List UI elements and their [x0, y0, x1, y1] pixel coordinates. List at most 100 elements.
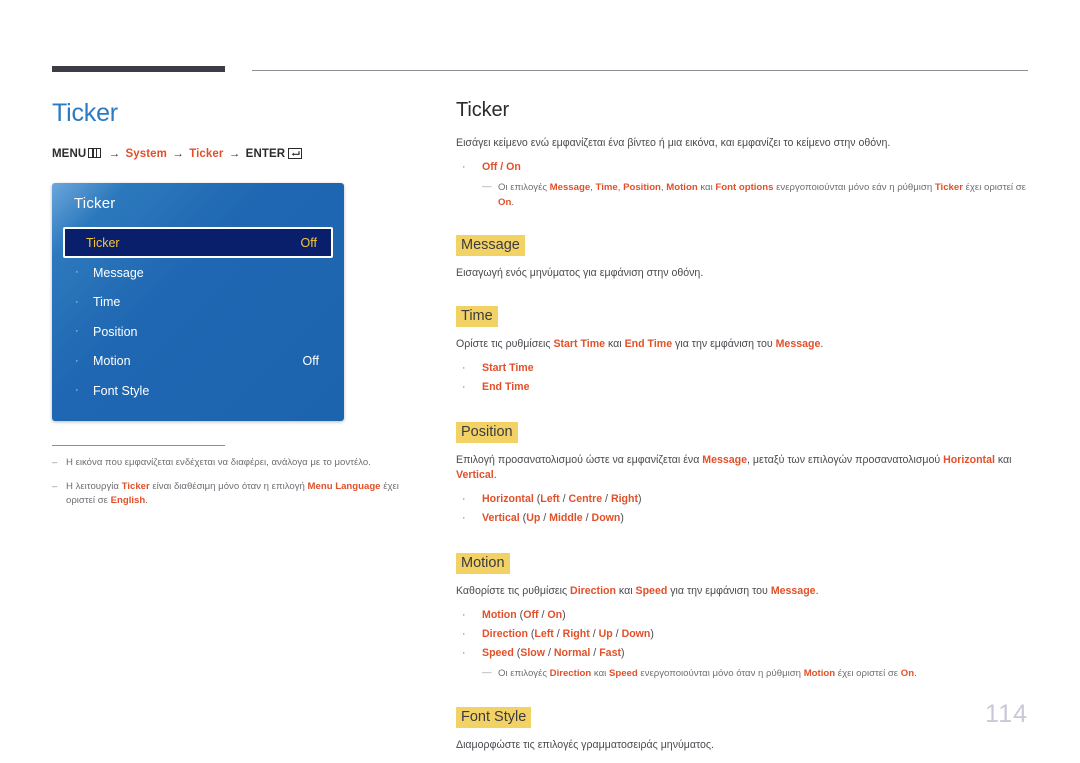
osd-bullet-icon: · — [75, 266, 79, 279]
text-run: και — [697, 182, 716, 193]
text-run: Επιλογή προσανατολισμού ώστε να εμφανίζε… — [456, 454, 703, 466]
text-run: Ορίστε τις ρυθμίσεις — [456, 338, 554, 350]
left-column: Ticker MENU → System → Ticker → ENTER — [52, 98, 412, 160]
text-run: Direction — [482, 628, 528, 640]
option-list-item: · End Time — [456, 378, 1028, 397]
text-run: Ticker — [934, 182, 963, 193]
text-run: Start Time — [553, 338, 606, 350]
text-run: και — [994, 454, 1012, 466]
text-run: Speed — [608, 668, 638, 679]
section-heading: Time — [456, 306, 498, 327]
menu-path: MENU → System → Ticker → ENTER — [52, 148, 412, 160]
subnote-dash-icon: — — [482, 667, 492, 678]
text-run: και — [591, 668, 609, 679]
text-run: Οι επιλογές — [498, 668, 550, 679]
text-run: Horizontal — [482, 493, 534, 505]
section-option-list: · Start Time · End Time — [456, 359, 1028, 397]
text-run: Horizontal — [943, 454, 995, 466]
text-run: και — [615, 585, 636, 597]
text-run: για την εμφάνιση του — [667, 585, 771, 597]
osd-menu-item-position[interactable]: · Position — [63, 317, 333, 347]
text-run: Up — [526, 512, 541, 524]
text-run: Message — [775, 338, 821, 350]
osd-item-value: Off — [302, 354, 319, 369]
text-run: Speed — [482, 647, 514, 659]
section-option-list: · Horizontal (Left / Centre / Right) · Vert… — [456, 490, 1028, 528]
feature-section-motion: Motion Καθορίστε τις ρυθμίσεις Direction … — [456, 553, 1028, 682]
footnote-dash-icon: – — [52, 480, 58, 492]
osd-item-value: Off — [300, 235, 317, 250]
text-run: Direction — [570, 585, 616, 597]
section-paragraph: Επιλογή προσανατολισμού ώστε να εμφανίζε… — [456, 453, 1028, 483]
text-run: Vertical — [482, 512, 520, 524]
footnote: – Η εικόνα που εμφανίζεται ενδέχεται να δ… — [52, 456, 402, 471]
option-list-item: · Horizontal (Left / Centre / Right) — [456, 490, 1028, 509]
text-run: / — [612, 628, 622, 640]
text-run: English — [110, 495, 146, 506]
menu-path-arrow-2: → — [172, 148, 184, 160]
option-list-item: · Motion (Off / On) — [456, 606, 1028, 625]
header-rule — [252, 70, 1028, 71]
right-column: Ticker Εισάγει κείμενο ενώ εμφανίζεται έ… — [456, 98, 1028, 753]
osd-menu-item-time[interactable]: · Time — [63, 288, 333, 318]
section-heading: Font Style — [456, 706, 532, 728]
section-heading: Motion — [456, 553, 510, 574]
text-run: / — [545, 647, 554, 659]
text-run: . — [511, 196, 514, 208]
osd-bullet-icon: · — [75, 295, 79, 308]
osd-menu-item-ticker[interactable]: Ticker Off — [63, 227, 333, 258]
osd-item-label: Font Style — [93, 383, 150, 398]
osd-bullet-icon: · — [75, 325, 79, 338]
feature-section-message: Message Εισαγωγή ενός μηνύματος για εμφάν… — [456, 235, 1028, 281]
header-accent-bar — [52, 66, 225, 72]
osd-item-label: Time — [93, 295, 121, 310]
intro-subnote: — Οι επιλογές Message, Time, Position, Mo… — [482, 181, 1028, 210]
text-run: Right — [610, 493, 639, 505]
text-run: Right — [562, 628, 590, 640]
text-run: Off — [482, 161, 498, 173]
text-run: Up — [598, 628, 613, 640]
subnote-dash-icon: — — [482, 181, 492, 192]
text-run: Η εικόνα που εμφανίζεται ενδέχεται να δι… — [66, 457, 371, 468]
menu-grid-icon — [88, 148, 102, 158]
text-run: On — [506, 161, 521, 173]
text-run: ) — [562, 609, 566, 621]
menu-path-step-ticker: Ticker — [189, 148, 224, 160]
text-run: . — [145, 495, 148, 506]
text-run: Position — [623, 182, 661, 193]
text-run: ) — [638, 493, 642, 505]
feature-sections: Message Εισαγωγή ενός μηνύματος για εμφάν… — [456, 235, 1028, 753]
enter-key-icon — [288, 148, 303, 159]
osd-menu-panel: Ticker Ticker Off · Message · Time · Position · M… — [52, 183, 344, 421]
text-run: Motion — [666, 182, 698, 193]
text-run: Διαμορφώστε τις επιλογές γραμματοσειράς … — [456, 738, 714, 751]
text-run: Time — [595, 182, 618, 193]
bullet-icon: · — [462, 628, 466, 640]
option-list-item: · Off / On — [456, 158, 1028, 177]
text-run: έχει οριστεί σε — [835, 668, 901, 679]
bullet-icon: · — [462, 493, 466, 505]
section-title: Ticker — [52, 99, 118, 127]
osd-panel-title: Ticker — [74, 195, 116, 212]
text-run: Ticker — [121, 480, 150, 492]
bullet-icon: · — [462, 512, 466, 524]
text-run: Font options — [715, 182, 774, 193]
text-run: ενεργοποιούνται μόνο όταν η ρύθμιση — [637, 668, 804, 679]
section-heading: Position — [456, 422, 518, 443]
osd-menu-item-message[interactable]: · Message — [63, 258, 333, 288]
text-run: ) — [650, 628, 654, 640]
osd-item-label: Position — [93, 324, 138, 339]
text-run: ) — [620, 512, 624, 524]
text-run: ) — [621, 647, 625, 659]
text-run: . — [914, 668, 917, 679]
bullet-icon: · — [462, 647, 466, 659]
option-list-item: · Speed (Slow / Normal / Fast) — [456, 644, 1028, 663]
text-run: On — [498, 196, 512, 208]
osd-menu-item-font-style[interactable]: · Font Style — [63, 376, 333, 406]
text-run: / — [589, 628, 599, 640]
osd-menu-item-motion[interactable]: · Motion Off — [63, 347, 333, 377]
bullet-icon: · — [462, 161, 466, 173]
text-run: Οι επιλογές — [498, 182, 550, 193]
footnote-rule — [52, 445, 225, 446]
text-run: / — [582, 512, 592, 524]
